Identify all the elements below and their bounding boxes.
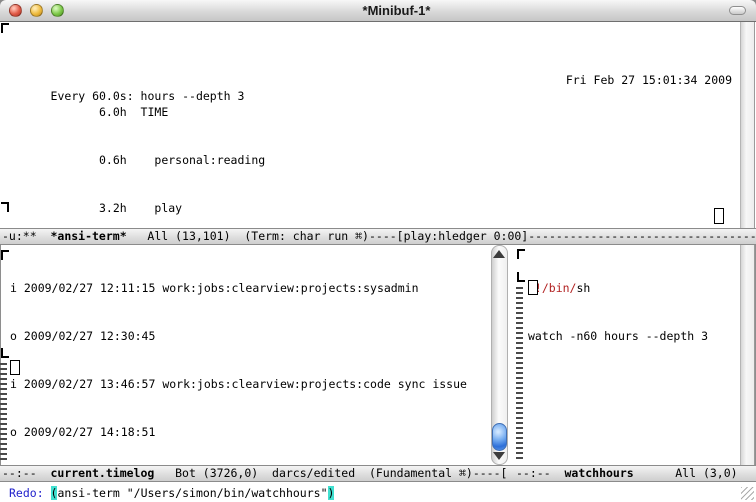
scrollbar-thumb[interactable] [492, 423, 507, 451]
scroll-down-arrow-icon[interactable] [493, 452, 505, 460]
middle-split: i 2009/02/27 12:11:15 work:jobs:clearvie… [0, 245, 756, 465]
modeline-buffer-name: current.timelog [50, 466, 154, 480]
toolbar-toggle-button[interactable] [729, 6, 746, 15]
timelog-cursor [10, 360, 20, 375]
modeline-flags: -u:** [2, 229, 50, 243]
watch-timestamp: Fri Feb 27 15:01:34 2009 [566, 72, 732, 88]
modeline-status: All (3,0) [634, 466, 738, 480]
report-line: 0.6h personal:reading [9, 152, 265, 168]
empty-lines-fringe-icon [0, 363, 7, 462]
shebang-line: #!/bin/sh [528, 280, 708, 296]
shebang-interpreter: sh [576, 281, 590, 295]
hours-report: 6.0h TIME 0.6h personal:reading 3.2h pla… [9, 72, 265, 228]
modeline-status: Bot (3726,0) darcs/edited (Fundamental ⌘… [154, 466, 507, 480]
modeline-ansi-term: -u:** *ansi-term* All (13,101) (Term: ch… [0, 228, 756, 245]
buffer-top-fringe-icon [1, 250, 9, 260]
timelog-pane[interactable]: i 2009/02/27 12:11:15 work:jobs:clearvie… [0, 245, 488, 465]
scroll-up-arrow-icon[interactable] [493, 250, 505, 258]
terminal-cursor [714, 208, 724, 224]
buffer-end-fringe-icon [1, 348, 9, 358]
ansi-term-pane[interactable]: Every 60.0s: hours --depth 3 Fri Feb 27 … [0, 22, 756, 228]
matching-close-paren: ) [328, 486, 335, 500]
minibuffer[interactable]: Redo: (ansi-term "/Users/simon/bin/watch… [0, 482, 756, 502]
zoom-button-icon[interactable] [51, 4, 64, 17]
timelog-scrollbar[interactable] [488, 245, 514, 465]
buffer-bottom-fringe-icon [1, 202, 9, 212]
modeline-watchhours: --:-- watchhours All (3,0) [514, 465, 756, 482]
timelog-entries: i 2009/02/27 12:11:15 work:jobs:clearvie… [10, 248, 467, 465]
minimize-button-icon[interactable] [30, 4, 43, 17]
modeline-status: All (13,101) (Term: char run ⌘)----[play… [127, 229, 756, 243]
emacs-window: *Minibuf-1* Every 60.0s: hours --depth 3… [0, 0, 756, 502]
script-cursor [528, 280, 538, 295]
report-line: 3.2h play [9, 200, 265, 216]
script-command-line: watch -n60 hours --depth 3 [528, 328, 708, 344]
minibuffer-command: ansi-term "/Users/simon/bin/watchhours" [57, 486, 327, 500]
empty-lines-fringe-icon [516, 287, 523, 462]
window-controls [9, 4, 64, 17]
modeline-timelog: --:-- current.timelog Bot (3726,0) darcs… [0, 465, 514, 482]
script-scrollbar-track[interactable] [740, 245, 755, 465]
timelog-entry: o 2009/02/27 12:30:45 [10, 328, 467, 344]
script-pane[interactable]: #!/bin/sh watch -n60 hours --depth 3 [524, 245, 740, 465]
window-title: *Minibuf-1* [64, 3, 729, 18]
buffer-top-fringe-icon [1, 23, 9, 33]
modeline-flags: --:-- [2, 466, 50, 480]
timelog-entry: i 2009/02/27 12:11:15 work:jobs:clearvie… [10, 280, 467, 296]
close-button-icon[interactable] [9, 4, 22, 17]
terminal-scrollbar-track[interactable] [740, 22, 755, 228]
script-lines: #!/bin/sh watch -n60 hours --depth 3 [528, 248, 708, 376]
resize-grip[interactable] [741, 487, 754, 500]
modeline-flags: --:-- [516, 466, 564, 480]
timelog-entry: i 2009/02/27 13:46:57 work:jobs:clearvie… [10, 376, 467, 392]
report-line: 6.0h TIME [9, 104, 265, 120]
minibuffer-prompt: Redo: [9, 486, 51, 500]
modeline-buffer-name: *ansi-term* [50, 229, 126, 243]
timelog-entry: o 2009/02/27 14:18:51 [10, 424, 467, 440]
title-bar[interactable]: *Minibuf-1* [0, 0, 756, 22]
modeline-buffer-name: watchhours [564, 466, 633, 480]
